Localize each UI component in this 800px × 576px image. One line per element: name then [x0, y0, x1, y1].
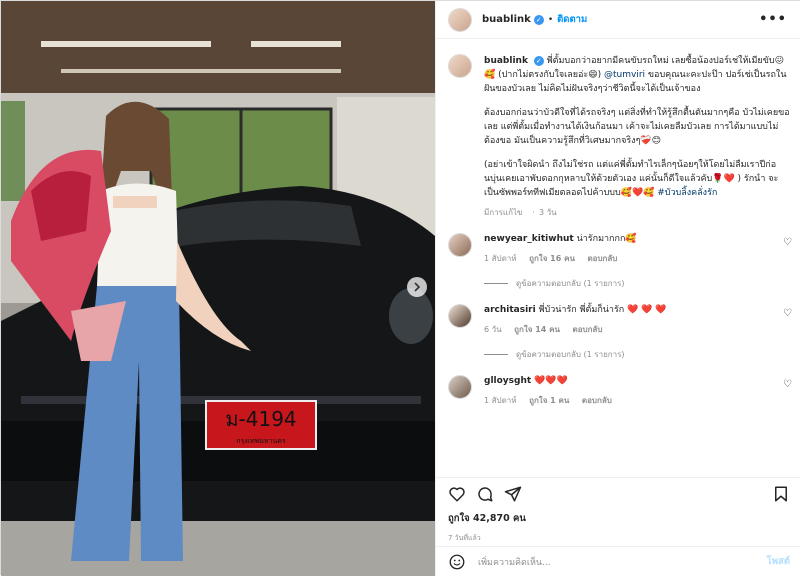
comment-username[interactable]: architasiri — [484, 305, 536, 315]
divider — [484, 354, 508, 355]
plate-province: กรุงเทพมหานคร — [236, 437, 286, 445]
avatar[interactable] — [448, 375, 472, 399]
comment-text: newyear_kitiwhut น่ารักมากกก🥰 — [484, 233, 790, 246]
caption-age: 3 วัน — [538, 208, 557, 217]
post-header: buablink ✓ • ติดตาม ••• — [436, 1, 800, 39]
post-image-illustration: ม-4194 กรุงเทพมหานคร — [1, 1, 435, 576]
comment-age: 6 วัน — [484, 325, 502, 334]
post-panel: buablink ✓ • ติดตาม ••• buablink ✓ พี่ตั… — [435, 1, 800, 576]
plate-number: ม-4194 — [225, 407, 296, 431]
comment-likes[interactable]: ถูกใจ 1 คน — [529, 396, 569, 405]
caption-p3-a: (อย่าเข้าใจผิดนำ ถึงไม่ใช่รถ แต่แค่พี่ตั… — [484, 160, 779, 198]
instagram-post: ม-4194 กรุงเทพมหานคร buablink ✓ • ติดตาม… — [0, 0, 800, 576]
caption-text: buablink ✓ พี่ตั้มบอกว่าอยากมีคนขับรถใหม… — [484, 54, 790, 200]
comment-input[interactable]: เพิ่มความคิดเห็น... — [478, 555, 767, 569]
separator-dot: · — [532, 208, 535, 217]
separator-dot: • — [547, 14, 554, 25]
post-comment-button[interactable]: โพสต์ — [767, 554, 790, 569]
reply-button[interactable]: ตอบกลับ — [573, 325, 603, 334]
comment-meta: 6 วัน ถูกใจ 14 คน ตอบกลับ — [484, 323, 790, 336]
reply-button[interactable]: ตอบกลับ — [582, 396, 612, 405]
comment-text: architasiri พี่บัวน่ารัก พี่ตั้มก็น่ารัก… — [484, 304, 790, 317]
comments-scroll[interactable]: buablink ✓ พี่ตั้มบอกว่าอยากมีคนขับรถใหม… — [436, 40, 800, 477]
more-icon[interactable]: ••• — [759, 12, 787, 27]
comment-icon[interactable] — [476, 485, 494, 503]
avatar[interactable] — [448, 7, 472, 32]
avatar[interactable] — [448, 233, 472, 257]
view-replies-label: ดูข้อความตอบกลับ (1 รายการ) — [516, 350, 625, 359]
view-replies-button[interactable]: ดูข้อความตอบกลับ (1 รายการ) — [484, 348, 790, 361]
action-bar — [436, 477, 800, 507]
comment-body: พี่บัวน่ารัก พี่ตั้มก็น่ารัก ❤️ ❤️ ❤️ — [538, 305, 667, 315]
caption-hashtag[interactable]: #บัวบลิ้งคลั่งรัก — [657, 188, 717, 198]
view-replies-button[interactable]: ดูข้อความตอบกลับ (1 รายการ) — [484, 277, 790, 290]
caption-meta: มีการแก้ไข · 3 วัน — [484, 206, 790, 219]
chevron-right-icon — [414, 282, 421, 292]
comment-meta: 1 สัปดาห์ ถูกใจ 16 คน ตอบกลับ — [484, 252, 790, 265]
emoji-icon[interactable] — [448, 553, 466, 571]
caption-p2: ต้องบอกก่อนว่าบัวดีใจที่ได้รถจริงๆ แต่สิ… — [484, 108, 790, 146]
comment-item: newyear_kitiwhut น่ารักมากกก🥰 ♡ 1 สัปดาห… — [436, 233, 800, 290]
follow-button[interactable]: ติดตาม — [557, 12, 587, 27]
add-comment-bar: เพิ่มความคิดเห็น... โพสต์ — [436, 546, 800, 576]
caption: buablink ✓ พี่ตั้มบอกว่าอยากมีคนขับรถใหม… — [436, 40, 800, 219]
verified-badge-icon: ✓ — [533, 55, 544, 66]
avatar[interactable] — [448, 54, 472, 78]
header-username[interactable]: buablink — [482, 14, 531, 25]
post-photo[interactable]: ม-4194 กรุงเทพมหานคร — [1, 1, 435, 576]
heart-icon[interactable]: ♡ — [783, 237, 792, 248]
bookmark-icon[interactable] — [772, 485, 790, 503]
comment-likes[interactable]: ถูกใจ 14 คน — [514, 325, 560, 334]
post-timestamp: 7 วันที่แล้ว — [448, 534, 481, 542]
comment-text: glloysght ❤️❤️❤️ — [484, 375, 790, 388]
caption-p3: (อย่าเข้าใจผิดนำ ถึงไม่ใช่รถ แต่แค่พี่ตั… — [484, 158, 790, 200]
comment-item: glloysght ❤️❤️❤️ ♡ 1 สัปดาห์ ถูกใจ 1 คน … — [436, 375, 800, 407]
reply-button[interactable]: ตอบกลับ — [587, 254, 617, 263]
view-replies-label: ดูข้อความตอบกลับ (1 รายการ) — [516, 279, 625, 288]
divider — [484, 283, 508, 284]
comment-age: 1 สัปดาห์ — [484, 254, 517, 263]
heart-icon[interactable]: ♡ — [783, 379, 792, 390]
comment-item: architasiri พี่บัวน่ารัก พี่ตั้มก็น่ารัก… — [436, 304, 800, 361]
comment-age: 1 สัปดาห์ — [484, 396, 517, 405]
comment-likes[interactable]: ถูกใจ 16 คน — [529, 254, 575, 263]
heart-icon[interactable]: ♡ — [783, 308, 792, 319]
comment-meta: 1 สัปดาห์ ถูกใจ 1 คน ตอบกลับ — [484, 394, 790, 407]
caption-username[interactable]: buablink — [484, 56, 528, 66]
avatar[interactable] — [448, 304, 472, 328]
comment-body: ❤️❤️❤️ — [534, 376, 568, 386]
caption-edited: มีการแก้ไข — [484, 208, 523, 217]
carousel-next-button[interactable] — [407, 277, 427, 297]
comment-body: น่ารักมากกก🥰 — [576, 234, 637, 244]
comment-username[interactable]: glloysght — [484, 376, 531, 386]
share-icon[interactable] — [504, 485, 522, 503]
likes-count[interactable]: ถูกใจ 42,870 คน — [448, 511, 526, 526]
heart-icon[interactable] — [448, 485, 466, 503]
verified-badge-icon: ✓ — [533, 14, 544, 25]
comment-username[interactable]: newyear_kitiwhut — [484, 234, 574, 244]
caption-mention[interactable]: @tumviri — [604, 70, 645, 80]
